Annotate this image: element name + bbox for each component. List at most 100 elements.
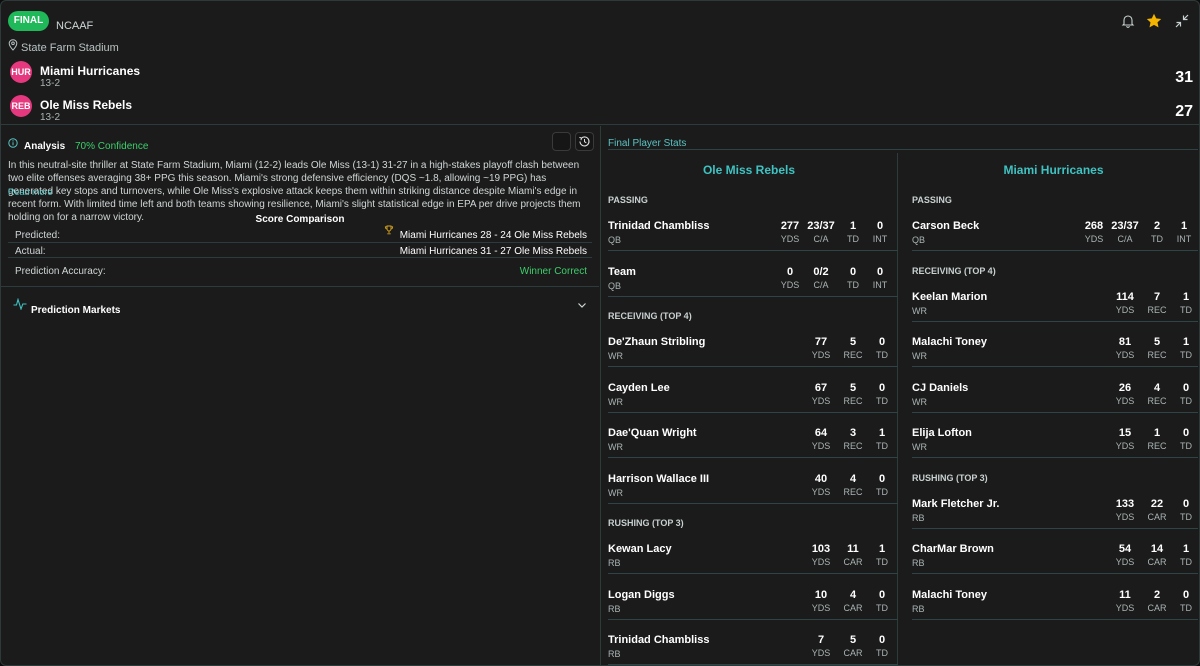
stat-label: YDS xyxy=(1115,441,1135,451)
game-header: FINAL NCAAF State Farm Stadium HUR Miami… xyxy=(1,1,1199,125)
player-row: Kewan Lacy RB 103 YDS 11 CAR 1 TD xyxy=(608,543,898,574)
section-title: RECEIVING (TOP 4) xyxy=(608,311,692,321)
confidence-badge: 70% Confidence xyxy=(75,141,149,152)
stat-value: 5 xyxy=(849,381,857,394)
stat-cell: 103 YDS xyxy=(806,543,836,567)
stat-value: 10 xyxy=(814,588,828,601)
stat-value: 114 xyxy=(1116,290,1134,303)
stat-cell: 0 TD xyxy=(867,634,897,658)
stat-label: CAR xyxy=(1147,511,1167,522)
player-name: Malachi Toney xyxy=(912,336,987,348)
player-position: QB xyxy=(608,280,622,291)
stat-cell: 0 TD xyxy=(867,336,897,360)
trophy-icon xyxy=(384,225,394,235)
stat-cell: 268 YDS xyxy=(1079,220,1109,244)
actual-value: Miami Hurricanes 31 - 27 Ole Miss Rebels xyxy=(399,246,587,257)
stat-cell: 77 YDS xyxy=(806,336,836,360)
prediction-markets-toggle[interactable]: Prediction Markets xyxy=(31,305,120,316)
stat-label: REC xyxy=(843,350,863,360)
stat-value: 4 xyxy=(849,472,857,485)
stat-cell: 1 REC xyxy=(1142,427,1172,451)
analysis-panel: Analysis 70% Confidence In this neutral-… xyxy=(1,126,599,665)
team-logo-away: REB xyxy=(10,95,32,117)
player-position: WR xyxy=(608,351,623,361)
team-score-away: 27 xyxy=(1175,103,1193,120)
player-name: Carson Beck xyxy=(912,220,980,232)
stat-label: TD xyxy=(1180,304,1192,315)
stat-cell: 1 TD xyxy=(1171,336,1199,360)
game-card: FINAL NCAAF State Farm Stadium HUR Miami… xyxy=(0,0,1200,666)
section-title: RUSHING (TOP 3) xyxy=(912,472,988,483)
section-title: RUSHING (TOP 3) xyxy=(608,518,684,528)
player-row: Malachi Toney WR 81 YDS 5 REC 1 TD xyxy=(912,336,1198,367)
player-position: WR xyxy=(608,442,623,452)
stat-value: 1 xyxy=(849,220,857,232)
stat-label: TD xyxy=(876,395,888,406)
player-row: CJ Daniels WR 26 YDS 4 REC 0 TD xyxy=(912,382,1198,413)
player-name: CJ Daniels xyxy=(912,381,969,394)
stat-value: 7 xyxy=(1153,290,1161,303)
stat-value: 11 xyxy=(1119,588,1131,601)
stat-value: 22 xyxy=(1150,497,1164,510)
stat-value: 268 xyxy=(1084,220,1104,232)
read-more-link[interactable]: Read more xyxy=(8,187,53,197)
star-icon[interactable] xyxy=(1146,13,1162,29)
stat-cell: 11 YDS xyxy=(1110,589,1140,613)
bell-icon[interactable] xyxy=(1120,13,1136,29)
stat-label: YDS xyxy=(780,234,800,244)
stat-label: TD xyxy=(876,441,888,451)
history-button[interactable] xyxy=(575,132,594,151)
stat-label: C/A xyxy=(1117,234,1133,244)
analysis-title: Analysis xyxy=(24,141,66,152)
player-row: Logan Diggs RB 10 YDS 4 CAR 0 TD xyxy=(608,589,898,620)
stat-label: YDS xyxy=(811,350,831,360)
team-name-away: Ole Miss Rebels xyxy=(40,98,133,112)
stat-label: CAR xyxy=(1147,557,1167,567)
stat-label: TD xyxy=(847,234,859,244)
venue-name: State Farm Stadium xyxy=(21,42,119,54)
stat-label: YDS xyxy=(811,602,831,613)
player-name: CharMar Brown xyxy=(912,543,994,555)
stat-cell: 0 TD xyxy=(1171,427,1199,451)
stat-cell: 14 CAR xyxy=(1142,543,1172,567)
divider xyxy=(8,257,592,258)
player-row: Dae'Quan Wright WR 64 YDS 3 REC 1 TD xyxy=(608,427,898,458)
stat-value: 26 xyxy=(1118,381,1132,394)
chevron-down-icon[interactable] xyxy=(577,301,587,309)
player-position: RB xyxy=(912,603,925,614)
stat-cell: 10 YDS xyxy=(806,589,836,613)
section-title: PASSING xyxy=(912,195,952,205)
predicted-value: Miami Hurricanes 28 - 24 Ole Miss Rebels xyxy=(399,230,587,241)
team-stats-column: Miami Hurricanes PASSING Carson Beck QB 268… xyxy=(905,153,1199,665)
stat-cell: 0 TD xyxy=(1171,382,1199,406)
stat-cell: 0 YDS xyxy=(775,266,805,290)
player-name: Cayden Lee xyxy=(608,381,670,394)
stat-value: 1 xyxy=(1182,336,1190,348)
collapse-icon[interactable] xyxy=(1174,13,1190,29)
history-icon xyxy=(579,136,590,147)
blank-action-button[interactable] xyxy=(552,132,571,151)
stat-value: 11 xyxy=(847,543,859,555)
stat-label: TD xyxy=(1180,350,1192,360)
stat-label: CAR xyxy=(843,557,863,567)
stat-value: 1 xyxy=(1180,220,1188,232)
stat-value: 0/2 xyxy=(813,265,829,278)
stat-value: 1 xyxy=(878,543,886,555)
divider xyxy=(608,149,1198,150)
stat-label: C/A xyxy=(813,234,829,244)
team-score-home: 31 xyxy=(1175,69,1193,86)
stat-value: 3 xyxy=(849,427,857,439)
stat-label: YDS xyxy=(811,441,831,451)
player-name: Kewan Lacy xyxy=(608,543,672,555)
stat-cell: 0 TD xyxy=(1171,498,1199,522)
stat-label: YDS xyxy=(1115,511,1135,522)
player-name: Trinidad Chambliss xyxy=(608,220,710,232)
team-logo-home: HUR xyxy=(10,61,32,83)
stat-cell: 0 TD xyxy=(867,382,897,406)
stat-cell: 5 REC xyxy=(838,382,868,406)
stat-value: 103 xyxy=(811,543,831,555)
stat-label: YDS xyxy=(811,557,831,567)
section-title: PASSING xyxy=(608,195,648,205)
stat-label: YDS xyxy=(780,279,800,290)
team-stats-title: Miami Hurricanes xyxy=(1003,163,1104,177)
